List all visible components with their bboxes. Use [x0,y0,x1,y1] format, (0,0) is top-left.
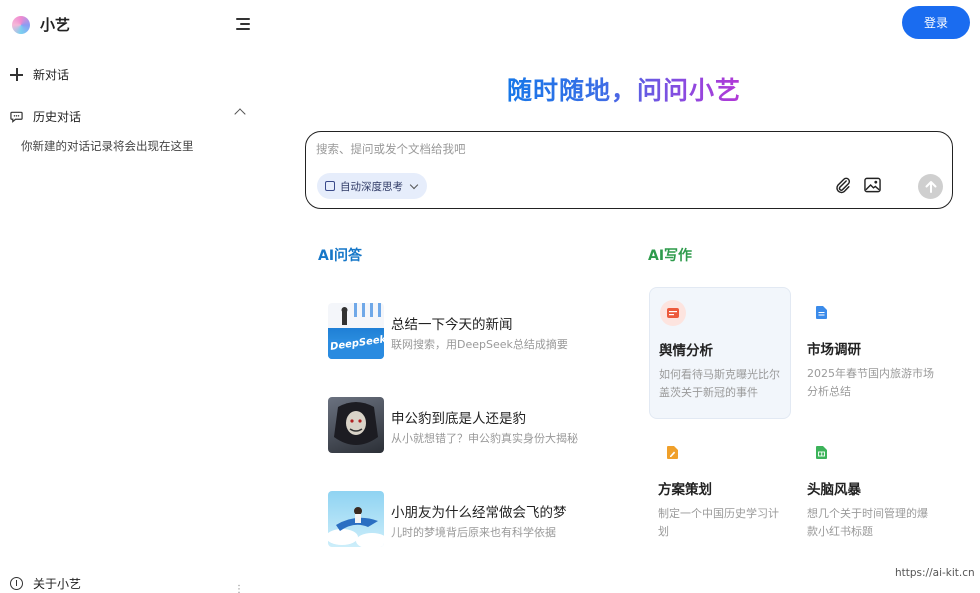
sheet-icon [808,439,834,465]
dream-thumbnail-icon [328,507,384,547]
write-card-desc: 制定一个中国历史学习计划 [658,507,779,538]
write-card-title: 头脑风暴 [807,482,861,498]
xiaoyi-logo-icon [12,15,30,34]
write-card-desc: 想几个关于时间管理的爆款小红书标题 [807,507,928,538]
search-input[interactable] [316,142,916,156]
chevron-down-icon [409,180,419,189]
write-card-title: 方案策划 [658,482,712,498]
write-card-title: 舆情分析 [659,343,713,359]
history-empty-text: 你新建的对话记录将会出现在这里 [21,139,194,153]
write-card-desc: 2025年春节国内旅游市场分析总结 [807,367,934,398]
deep-think-label: 自动深度思考 [340,180,403,193]
brand[interactable]: 小艺 [12,14,70,35]
more-options-icon[interactable]: ⋮ [234,584,244,593]
document-icon [808,299,834,325]
brain-icon [325,181,335,191]
history-section-toggle[interactable]: 历史对话 [10,108,248,125]
qa-subtitle: 联网搜索，用DeepSeek总结成摘要 [391,338,568,351]
write-card-title: 市场调研 [807,342,861,358]
qa-subtitle: 儿时的梦境背后原来也有科学依据 [391,526,556,539]
arrow-up-icon [925,180,936,193]
collapse-sidebar-icon[interactable] [236,17,252,31]
news-icon [660,300,686,326]
attachment-icon[interactable] [834,176,852,194]
history-label: 历史对话 [33,110,82,124]
new-chat-button[interactable]: 新对话 [10,66,69,83]
qa-section-title: AI问答 [318,248,363,264]
new-chat-label: 新对话 [33,68,70,82]
qa-thumb-news: DeepSeek [328,303,384,359]
write-section-title: AI写作 [648,248,693,264]
login-button[interactable]: 登录 [902,6,970,39]
qa-item-flying-dream[interactable]: 小朋友为什么经常做会飞的梦 儿时的梦境背后原来也有科学依据 [328,491,618,547]
watermark: https://ai-kit.cn [895,567,975,579]
qa-subtitle: 从小就想错了？申公豹真实身份大揭秘 [391,432,578,445]
image-upload-icon[interactable] [864,177,881,193]
write-card-desc: 如何看待马斯克曝光比尔盖茨关于新冠的事件 [659,368,780,399]
qa-thumb-shengongbao [328,397,384,453]
write-card-planning[interactable]: 方案策划 制定一个中国历史学习计划 [649,427,791,559]
about-button[interactable]: 关于小艺 [10,575,81,592]
about-label: 关于小艺 [33,577,82,591]
plus-icon [10,68,23,81]
info-icon [10,577,23,590]
qa-question: 申公豹到底是人还是豹 [391,411,526,427]
qa-item-news[interactable]: DeepSeek 总结一下今天的新闻 联网搜索，用DeepSeek总结成摘要 [328,303,618,359]
qa-thumb-flying-dream [328,491,384,547]
pencil-document-icon [659,439,685,465]
character-thumbnail-icon [334,402,378,445]
hero-title: 随时随地，问问小艺 [507,71,741,107]
sidebar: 小艺 新对话 历史对话 你新建的对话记录将会出现在这里 关于小艺 ⋮ [0,0,268,593]
qa-item-shengongbao[interactable]: 申公豹到底是人还是豹 从小就想错了？申公豹真实身份大揭秘 [328,397,618,453]
qa-question: 小朋友为什么经常做会飞的梦 [391,505,567,521]
chat-bubble-icon [10,111,23,123]
chevron-up-icon [234,108,246,120]
deep-think-toggle[interactable]: 自动深度思考 [317,173,427,199]
write-card-market[interactable]: 市场调研 2025年春节国内旅游市场分析总结 [798,287,940,419]
send-button[interactable] [918,174,943,199]
search-box: 自动深度思考 [305,131,953,209]
write-card-brainstorm[interactable]: 头脑风暴 想几个关于时间管理的爆款小红书标题 [798,427,940,559]
qa-question: 总结一下今天的新闻 [391,317,513,333]
write-card-sentiment[interactable]: 舆情分析 如何看待马斯克曝光比尔盖茨关于新冠的事件 [649,287,791,419]
brand-name: 小艺 [40,16,71,34]
